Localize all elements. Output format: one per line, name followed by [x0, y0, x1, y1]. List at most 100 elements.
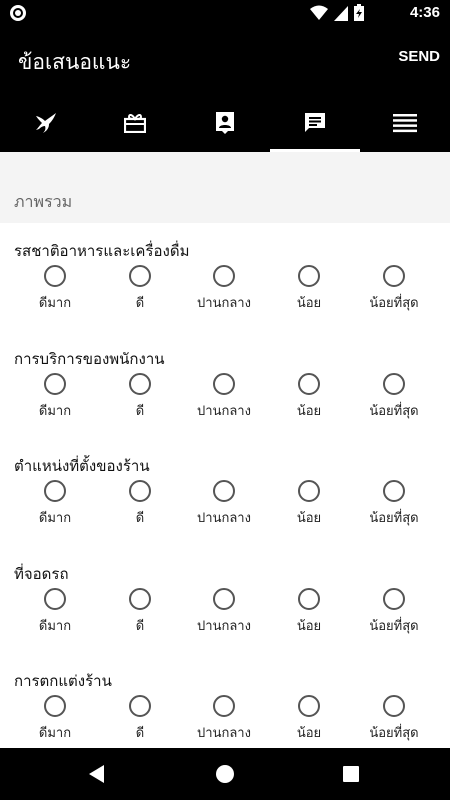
- radio-button[interactable]: [44, 372, 66, 395]
- section-header: ภาพรวม: [0, 152, 450, 223]
- rating-option[interactable]: ดี: [98, 695, 182, 743]
- rating-option-label: ดีมาก: [38, 618, 72, 634]
- tab-profile[interactable]: [180, 94, 270, 152]
- rating-option[interactable]: ดีมาก: [13, 480, 97, 528]
- question-title: ที่จอดรถ: [14, 564, 69, 583]
- section-title: ภาพรวม: [14, 192, 73, 211]
- radio-button[interactable]: [383, 265, 405, 287]
- rating-option-label: ปานกลาง: [197, 618, 251, 634]
- contact-card-icon: [216, 112, 234, 134]
- rating-option-label: น้อย: [296, 618, 322, 634]
- radio-button[interactable]: [298, 695, 320, 717]
- radio-button[interactable]: [298, 372, 320, 395]
- rating-option-label: น้อยที่สุด: [369, 618, 419, 634]
- recent-apps-icon[interactable]: [343, 766, 359, 782]
- rating-option[interactable]: ปานกลาง: [182, 480, 266, 528]
- radio-button[interactable]: [44, 587, 66, 610]
- rating-option-label: น้อยที่สุด: [369, 511, 419, 526]
- rating-option[interactable]: ดีมาก: [13, 372, 97, 421]
- tab-bar: [0, 94, 450, 152]
- radio-button[interactable]: [298, 587, 320, 610]
- radio-button[interactable]: [213, 265, 235, 287]
- rating-option[interactable]: ดี: [98, 480, 182, 528]
- rating-option-label: ปานกลาง: [197, 403, 251, 419]
- bird-logo-icon: [36, 113, 56, 133]
- rating-option[interactable]: ดี: [98, 372, 182, 421]
- rating-option[interactable]: ปานกลาง: [182, 372, 266, 421]
- radio-button[interactable]: [383, 695, 405, 717]
- rating-option[interactable]: น้อย: [267, 265, 351, 313]
- radio-button[interactable]: [129, 480, 151, 502]
- rating-option-label: น้อย: [296, 726, 322, 741]
- system-nav-bar: [0, 748, 450, 800]
- message-icon: [305, 113, 325, 132]
- rating-option-label: ดีมาก: [38, 511, 72, 526]
- question-block: การตกแต่งร้านดีมาก ดี ปานกลาง น้อย น้อยที่สุ…: [0, 669, 450, 748]
- rating-option-label: น้อยที่สุด: [369, 726, 419, 741]
- rating-option-label: ดี: [135, 511, 145, 526]
- radio-button[interactable]: [129, 695, 151, 717]
- rating-option[interactable]: น้อย: [267, 695, 351, 743]
- wifi-icon: [310, 5, 328, 20]
- rating-option[interactable]: น้อยที่สุด: [352, 372, 436, 421]
- home-icon[interactable]: [216, 765, 234, 783]
- tab-menu[interactable]: [360, 94, 450, 152]
- status-bar: 4:36: [0, 0, 450, 26]
- rating-option[interactable]: ดี: [98, 265, 182, 313]
- rating-option-label: น้อย: [296, 511, 322, 526]
- rating-option[interactable]: น้อย: [267, 480, 351, 528]
- feedback-form: ภาพรวม รสชาติอาหารและเครื่องดื่ม ดีมาก ดีป…: [0, 152, 450, 748]
- notification-circle-icon: [10, 5, 26, 21]
- status-icons: [310, 4, 364, 21]
- rating-option[interactable]: ดี: [98, 587, 182, 636]
- rating-option-label: น้อยที่สุด: [369, 403, 419, 419]
- radio-button[interactable]: [44, 265, 66, 287]
- radio-button[interactable]: [213, 695, 235, 717]
- rating-option[interactable]: น้อยที่สุด: [352, 480, 436, 528]
- rating-option[interactable]: ปานกลาง: [182, 695, 266, 743]
- radio-button[interactable]: [129, 372, 151, 395]
- radio-button[interactable]: [383, 372, 405, 395]
- page-title: ข้อเสนอแนะ: [18, 50, 132, 74]
- signal-icon: [334, 5, 348, 21]
- radio-button[interactable]: [298, 480, 320, 502]
- rating-option[interactable]: ดีมาก: [13, 265, 97, 313]
- rating-option-label: น้อย: [296, 403, 322, 419]
- back-icon[interactable]: [89, 765, 104, 783]
- rating-option[interactable]: ดีมาก: [13, 587, 97, 636]
- radio-button[interactable]: [129, 265, 151, 287]
- rating-option[interactable]: น้อยที่สุด: [352, 587, 436, 636]
- rating-option[interactable]: น้อยที่สุด: [352, 695, 436, 743]
- rating-option-label: ดีมาก: [38, 726, 72, 741]
- radio-button[interactable]: [44, 695, 66, 717]
- radio-button[interactable]: [44, 480, 66, 502]
- send-button[interactable]: SEND: [398, 48, 440, 65]
- question-block: การบริการของพนักงาน ดีมาก ดี ปานกลาง น้อย น้อ…: [0, 347, 450, 454]
- rating-option[interactable]: ปานกลาง: [182, 587, 266, 636]
- radio-button[interactable]: [213, 372, 235, 395]
- radio-button[interactable]: [383, 480, 405, 502]
- gift-card-icon: [124, 113, 146, 133]
- rating-option-label: ดีมาก: [38, 296, 72, 311]
- rating-option[interactable]: น้อย: [267, 587, 351, 636]
- radio-button[interactable]: [213, 587, 235, 610]
- rating-option-label: ดี: [135, 726, 145, 741]
- rating-option-label: ดีมาก: [38, 403, 72, 419]
- rating-option-label: ปานกลาง: [197, 726, 251, 741]
- rating-option[interactable]: น้อยที่สุด: [352, 265, 436, 313]
- question-block: ตำแหน่งที่ตั้งของร้านดีมาก ดี ปานกลาง น้อย น…: [0, 454, 450, 561]
- rating-option[interactable]: ปานกลาง: [182, 265, 266, 313]
- radio-button[interactable]: [383, 587, 405, 610]
- tab-rewards[interactable]: [90, 94, 180, 152]
- rating-option[interactable]: ดีมาก: [13, 695, 97, 743]
- rating-option-label: ดี: [135, 403, 145, 419]
- tab-home[interactable]: [0, 94, 90, 152]
- rating-option[interactable]: น้อย: [267, 372, 351, 421]
- question-title: ตำแหน่งที่ตั้งของร้าน: [14, 457, 150, 475]
- tab-feedback[interactable]: [270, 94, 360, 152]
- radio-button[interactable]: [213, 480, 235, 502]
- question-title: การตกแต่งร้าน: [14, 672, 112, 690]
- radio-button[interactable]: [129, 587, 151, 610]
- radio-button[interactable]: [298, 265, 320, 287]
- question-block: ที่จอดรถดีมาก ดี ปานกลาง น้อย น้อยที่สุด: [0, 562, 450, 669]
